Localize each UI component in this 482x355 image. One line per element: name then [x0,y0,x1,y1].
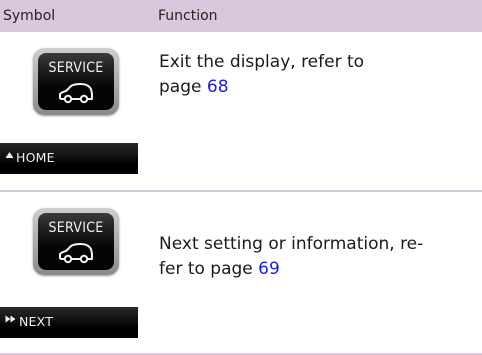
function-text: Next setting or information, re- fer to … [159,232,423,282]
service-button-graphic: SERVICE [33,208,119,275]
function-prefix: fer to page [159,259,259,279]
car-icon [59,243,93,264]
table-row: SERVICE NEXT Next setting or information… [0,192,482,354]
car-icon [59,83,93,104]
header-symbol: Symbol [3,8,56,24]
table-row: SERVICE HOME Exit the display, refer to … [0,32,482,191]
page-link[interactable]: 68 [207,77,229,97]
header-function: Function [158,8,218,24]
service-label: SERVICE [48,60,104,76]
page-link[interactable]: 69 [258,259,280,279]
function-line: Next setting or information, re- [159,234,424,254]
triangle-up-icon [5,152,14,158]
function-prefix: page [159,77,207,97]
table-header: Symbol Function [0,0,482,32]
function-line: Exit the display, refer to [159,52,365,72]
home-label: HOME [16,150,55,165]
next-label: NEXT [19,314,54,329]
function-text: Exit the display, refer to page 68 [159,50,364,100]
double-arrow-right-icon [5,315,16,323]
service-label: SERVICE [48,220,104,236]
next-bar-graphic: NEXT [0,307,138,338]
home-bar-graphic: HOME [0,143,138,174]
service-button-graphic: SERVICE [33,48,119,115]
